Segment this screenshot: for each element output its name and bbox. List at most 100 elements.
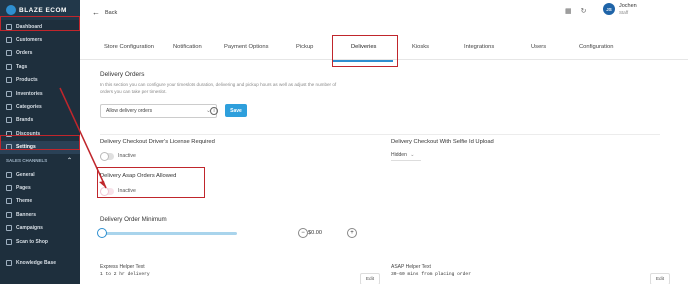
- selfie-upload-select[interactable]: Hidden ⌄: [391, 150, 421, 161]
- asap-orders-toggle[interactable]: [100, 187, 114, 196]
- sidebar-item-label: Orders: [16, 50, 33, 57]
- banners-icon: [6, 211, 12, 218]
- sidebar-item-theme[interactable]: Theme: [0, 195, 80, 208]
- delivery-orders-description-line2: orders you can take per timeslot.: [100, 89, 167, 94]
- express-edit-button[interactable]: Edit: [360, 273, 380, 284]
- sidebar-item-categories[interactable]: Categories: [0, 100, 80, 113]
- categories-icon: [6, 104, 12, 111]
- settings-tabs: Store Configuration Notification Payment…: [80, 36, 688, 60]
- asap-orders-title: Delivery Asap Orders Allowed: [100, 173, 177, 179]
- sidebar-item-label: Customers: [16, 37, 43, 44]
- sidebar-item-knowledge-base[interactable]: Knowledge Base: [0, 256, 80, 269]
- sidebar-item-banners[interactable]: Banners: [0, 208, 80, 221]
- sidebar-item-tags[interactable]: Tags: [0, 60, 80, 73]
- refresh-icon[interactable]: ↻: [581, 7, 587, 15]
- license-required-toggle[interactable]: [100, 152, 114, 161]
- tab-integrations[interactable]: Integrations: [464, 44, 494, 50]
- theme-icon: [6, 198, 12, 205]
- chevron-up-icon[interactable]: ⌃: [67, 157, 72, 164]
- express-helper-title: Express Helper Text: [100, 264, 145, 270]
- sidebar-item-label: Dashboard: [16, 23, 43, 30]
- sidebar-item-orders[interactable]: Orders: [0, 47, 80, 60]
- select-value: Allow delivery orders: [106, 108, 153, 114]
- increment-button[interactable]: +: [347, 228, 357, 238]
- selfie-upload-title: Delivery Checkout With Selfie Id Upload: [391, 139, 494, 145]
- order-minimum-slider[interactable]: [100, 232, 237, 235]
- brands-icon: [6, 117, 12, 124]
- sidebar-item-pages[interactable]: Pages: [0, 181, 80, 194]
- asap-edit-button[interactable]: Edit: [650, 273, 670, 284]
- user-name: Jochen: [619, 3, 637, 9]
- sales-channels-label: SALES CHANNELS: [6, 158, 48, 164]
- sidebar-item-brands[interactable]: Brands: [0, 114, 80, 127]
- sidebar-item-label: Theme: [16, 198, 33, 205]
- sidebar-item-inventories[interactable]: Inventories: [0, 87, 80, 100]
- top-icons: ▦ ↻: [565, 7, 587, 15]
- brand[interactable]: BLAZE ECOM: [0, 0, 80, 20]
- sidebar-item-customers[interactable]: Customers: [0, 33, 80, 46]
- sidebar-item-settings[interactable]: Settings: [0, 140, 80, 154]
- tab-pickup[interactable]: Pickup: [296, 44, 313, 50]
- user-menu[interactable]: JS Jochen Staff: [603, 3, 637, 15]
- pages-icon: [6, 184, 12, 191]
- sidebar-item-label: Brands: [16, 117, 34, 124]
- back-button[interactable]: ← Back: [92, 8, 117, 17]
- sales-channels-header[interactable]: SALES CHANNELS ⌃: [0, 154, 80, 168]
- sidebar-item-scan-to-shop[interactable]: Scan to Shop: [0, 235, 80, 248]
- license-required-title: Delivery Checkout Driver's License Requi…: [100, 139, 215, 145]
- sidebar-item-label: General: [16, 171, 35, 178]
- tab-payment-options[interactable]: Payment Options: [224, 44, 268, 50]
- slider-handle[interactable]: [97, 228, 107, 238]
- sidebar-item-dashboard[interactable]: Dashboard: [0, 20, 80, 33]
- select-value: Hidden: [391, 152, 407, 158]
- sidebar-item-label: Knowledge Base: [16, 259, 57, 266]
- info-icon[interactable]: i: [210, 107, 218, 115]
- tab-configuration[interactable]: Configuration: [579, 44, 613, 50]
- order-minimum-title: Delivery Order Minimum: [100, 216, 167, 223]
- user-role: Staff: [619, 10, 629, 15]
- save-button[interactable]: Save: [225, 104, 247, 117]
- toggle-knob: [100, 187, 109, 196]
- back-label: Back: [105, 9, 118, 16]
- tab-store-configuration[interactable]: Store Configuration: [104, 44, 154, 50]
- sidebar-item-general[interactable]: General: [0, 168, 80, 181]
- tab-users[interactable]: Users: [531, 44, 546, 50]
- discounts-icon: [6, 130, 12, 137]
- avatar: JS: [603, 3, 615, 15]
- general-icon: [6, 171, 12, 178]
- brand-name: BLAZE ECOM: [19, 6, 67, 14]
- sidebar-item-label: Categories: [16, 104, 42, 111]
- top-bar: ← Back ▦ ↻ JS Jochen Staff: [80, 0, 688, 34]
- sidebar-item-label: Inventories: [16, 90, 43, 97]
- sidebar-item-label: Products: [16, 77, 38, 84]
- decrement-button[interactable]: −: [298, 228, 308, 238]
- sidebar-item-label: Discounts: [16, 130, 41, 137]
- express-helper-text: 1 to 2 hr delivery: [100, 272, 150, 277]
- settings-icon: [6, 144, 12, 151]
- arrow-left-icon: ←: [92, 8, 100, 17]
- blaze-logo-icon: [6, 5, 16, 15]
- sidebar-item-products[interactable]: Products: [0, 74, 80, 87]
- tags-icon: [6, 63, 12, 70]
- knowledge-base-icon: [6, 259, 12, 266]
- sidebar-item-discounts[interactable]: Discounts: [0, 127, 80, 140]
- products-icon: [6, 77, 12, 84]
- sidebar-item-label: Scan to Shop: [16, 238, 48, 245]
- calendar-icon[interactable]: ▦: [565, 7, 572, 15]
- sidebar-item-label: Pages: [16, 184, 31, 191]
- asap-orders-status: Inactive: [118, 188, 136, 194]
- sidebar-item-label: Campaigns: [16, 225, 43, 232]
- toggle-knob: [100, 152, 109, 161]
- tab-kiosks[interactable]: Kiosks: [412, 44, 429, 50]
- customers-icon: [6, 37, 12, 44]
- orders-icon: [6, 50, 12, 57]
- tab-notification[interactable]: Notification: [173, 44, 202, 50]
- delivery-orders-select[interactable]: Allow delivery orders ⌄: [100, 104, 217, 118]
- sidebar-item-label: Settings: [16, 144, 36, 151]
- tab-deliveries[interactable]: Deliveries: [351, 44, 376, 50]
- chevron-down-icon: ⌄: [410, 152, 415, 158]
- delivery-orders-description-line1: In this section you can configure your t…: [100, 82, 337, 87]
- sidebar-item-campaigns[interactable]: Campaigns: [0, 221, 80, 234]
- active-tab-indicator: [333, 60, 393, 62]
- license-required-status: Inactive: [118, 153, 136, 159]
